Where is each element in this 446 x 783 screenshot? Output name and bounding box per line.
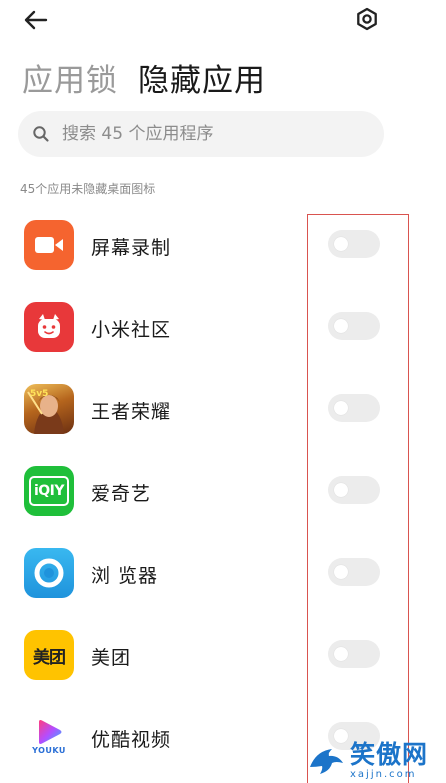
dolphin-logo-icon: [310, 748, 343, 774]
hide-toggle[interactable]: [328, 476, 380, 504]
app-name: 爱奇艺: [91, 483, 152, 505]
icon-label: 美团: [33, 647, 66, 668]
app-name: 美团: [91, 647, 132, 669]
xiaomi-community-icon: [24, 302, 74, 352]
search-input[interactable]: [62, 124, 352, 144]
back-button[interactable]: [20, 6, 54, 34]
screen-record-icon: [24, 220, 74, 270]
browser-icon: [24, 548, 74, 598]
search-bar[interactable]: [18, 111, 384, 157]
gear-icon: [357, 7, 377, 31]
top-bar: [0, 0, 446, 44]
honor-of-kings-icon: 5v5: [24, 384, 74, 434]
list-item[interactable]: 小米社区: [0, 288, 446, 370]
hide-toggle[interactable]: [328, 558, 380, 586]
app-name: 浏 览器: [91, 565, 159, 587]
tab-app-lock[interactable]: 应用锁: [22, 60, 118, 102]
icon-label: iQIY: [33, 483, 65, 499]
arrow-left-icon: [24, 10, 48, 30]
list-item[interactable]: 屏幕录制: [0, 206, 446, 288]
app-name: 优酷视频: [91, 729, 172, 751]
list-item[interactable]: 美团 美团: [0, 616, 446, 698]
icon-label: 5v5: [30, 389, 48, 399]
hide-toggle[interactable]: [328, 394, 380, 422]
meituan-icon: 美团: [24, 630, 74, 680]
app-name: 屏幕录制: [91, 237, 172, 259]
list-item[interactable]: 5v5 王者荣耀: [0, 370, 446, 452]
youku-icon: YOUKU: [24, 712, 74, 762]
hide-toggle[interactable]: [328, 312, 380, 340]
app-name: 王者荣耀: [91, 401, 172, 423]
app-name: 小米社区: [91, 319, 172, 341]
list-item[interactable]: iQIY 爱奇艺: [0, 452, 446, 534]
app-list: 屏幕录制 小米社区 5v5 王者荣耀 iQIY 爱奇艺 浏 览器 美团 美团 Y…: [0, 206, 446, 780]
watermark-title: 笑傲网: [350, 740, 429, 769]
iqiyi-icon: iQIY: [24, 466, 74, 516]
settings-button[interactable]: [352, 4, 382, 34]
tab-bar: 应用锁 隐藏应用: [22, 52, 266, 102]
search-icon: [33, 126, 49, 142]
section-label: 45个应用未隐藏桌面图标: [20, 182, 156, 196]
watermark: 笑傲网 xajjn.com: [306, 738, 446, 783]
list-item[interactable]: 浏 览器: [0, 534, 446, 616]
icon-label: YOUKU: [32, 746, 66, 755]
hide-toggle[interactable]: [328, 230, 380, 258]
watermark-url: xajjn.com: [350, 769, 417, 780]
hide-toggle[interactable]: [328, 640, 380, 668]
tab-hidden-apps[interactable]: 隐藏应用: [138, 60, 266, 102]
